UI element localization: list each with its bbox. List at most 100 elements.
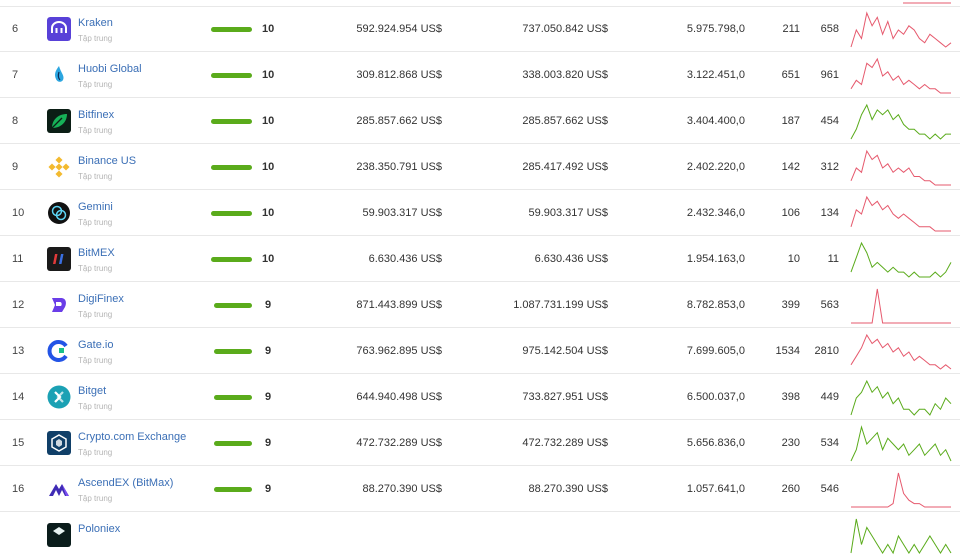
exchange-type-label: Tập trung — [78, 402, 113, 411]
exchange-type-label: Tập trung — [78, 34, 113, 43]
trust-score-bar — [214, 303, 252, 308]
markets-cell: 10 — [787, 253, 800, 265]
exchange-name-link[interactable]: AscendEX (BitMax) — [78, 477, 173, 489]
avg-volume-cell: 975.142.504 US$ — [522, 345, 608, 357]
exchange-type-label: Tập trung — [78, 494, 113, 503]
ascendex-icon[interactable] — [47, 477, 71, 501]
table-row[interactable]: 7 Huobi Global Tập trung 10 309.812.868 US$ 3… — [0, 52, 960, 98]
markets-cell: 398 — [781, 391, 800, 403]
avg-volume-cell: 6.630.436 US$ — [534, 253, 608, 265]
visits-cell: 5.656.836,0 — [686, 437, 745, 449]
visits-cell: 3.404.400,0 — [686, 115, 745, 127]
trust-score: 9 — [265, 299, 272, 311]
bitget-icon[interactable] — [47, 385, 71, 409]
trust-score: 10 — [262, 115, 275, 127]
trust-score-bar — [214, 349, 252, 354]
rank-number: 13 — [12, 345, 25, 357]
volume-cell: 59.903.317 US$ — [362, 207, 442, 219]
price-sparkline — [850, 9, 952, 49]
avg-volume-cell: 88.270.390 US$ — [528, 483, 608, 495]
poloniex-icon[interactable] — [47, 523, 71, 547]
trust-score: 9 — [265, 483, 272, 495]
exchange-name-link[interactable]: Bitfinex — [78, 109, 114, 121]
trust-score: 10 — [262, 69, 275, 81]
exchange-type-label: Tập trung — [78, 218, 113, 227]
gemini-icon[interactable] — [47, 201, 71, 225]
trust-score-bar — [211, 211, 252, 216]
trust-score-bar — [214, 441, 252, 446]
table-row[interactable]: 13 Gate.io Tập trung 9 763.962.895 US$ 975.14… — [0, 328, 960, 374]
volume-cell: 472.732.289 US$ — [356, 437, 442, 449]
table-row[interactable]: 10 Gemini Tập trung 10 59.903.317 US$ 59.903.… — [0, 190, 960, 236]
table-row[interactable]: 16 AscendEX (BitMax) Tập trung 9 88.270.390 … — [0, 466, 960, 512]
bitfinex-leaf-icon[interactable] — [47, 109, 71, 133]
exchange-name-link[interactable]: Gate.io — [78, 339, 113, 351]
coins-cell: 2810 — [814, 345, 839, 357]
huobi-icon[interactable] — [47, 63, 71, 87]
exchange-type-label: Tập trung — [78, 264, 113, 273]
table-row[interactable]: 11 BitMEX Tập trung 10 6.630.436 US$ 6.630.43… — [0, 236, 960, 282]
table-row[interactable]: 12 DigiFinex Tập trung 9 871.443.899 US$ 1.08… — [0, 282, 960, 328]
exchange-name-link[interactable]: Poloniex — [78, 523, 120, 535]
visits-cell: 7.699.605,0 — [686, 345, 745, 357]
avg-volume-cell: 285.417.492 US$ — [522, 161, 608, 173]
coins-cell: 534 — [820, 437, 839, 449]
price-sparkline — [851, 469, 951, 509]
avg-volume-cell: 733.827.951 US$ — [522, 391, 608, 403]
trust-score-bar — [211, 257, 252, 262]
cryptocom-icon[interactable] — [47, 431, 71, 455]
trust-score: 10 — [262, 161, 275, 173]
table-row[interactable]: 15 Crypto.com Exchange Tập trung 9 472.732.2… — [0, 420, 960, 466]
gateio-icon[interactable] — [47, 339, 71, 363]
avg-volume-cell: 737.050.842 US$ — [522, 23, 608, 35]
trust-score-bar — [214, 395, 252, 400]
exchange-type-label: Tập trung — [78, 310, 113, 319]
trust-score: 10 — [262, 23, 275, 35]
volume-cell: 309.812.868 US$ — [356, 69, 442, 81]
exchange-name-link[interactable]: Bitget — [78, 385, 106, 397]
visits-cell: 5.975.798,0 — [686, 23, 745, 35]
coins-cell: 961 — [820, 69, 839, 81]
price-sparkline — [850, 55, 951, 95]
exchange-name-link[interactable]: Kraken — [78, 17, 113, 29]
price-sparkline — [850, 423, 952, 463]
table-row[interactable]: 9 Binance US Tập trung 10 238.350.791 US$ 285… — [0, 144, 960, 190]
price-sparkline — [850, 147, 951, 187]
trust-score: 10 — [262, 253, 275, 265]
trust-score-bar — [211, 27, 252, 32]
trust-score-bar — [211, 165, 252, 170]
visits-cell: 2.432.346,0 — [686, 207, 745, 219]
exchange-type-label: Tập trung — [78, 126, 113, 135]
visits-cell: 6.500.037,0 — [686, 391, 745, 403]
exchange-name-link[interactable]: DigiFinex — [78, 293, 124, 305]
trust-score: 10 — [262, 207, 275, 219]
exchange-name-link[interactable]: Binance US — [78, 155, 136, 167]
exchange-name-link[interactable]: Huobi Global — [78, 63, 142, 75]
price-sparkline — [850, 377, 952, 417]
exchange-type-label: Tập trung — [78, 356, 113, 365]
markets-cell: 230 — [781, 437, 800, 449]
price-sparkline — [850, 515, 952, 555]
binance-icon[interactable] — [47, 155, 71, 179]
coins-cell: 449 — [820, 391, 839, 403]
markets-cell: 399 — [781, 299, 800, 311]
coins-cell: 563 — [820, 299, 839, 311]
table-row[interactable]: 14 Bitget Tập trung 9 644.940.498 US$ 733.827… — [0, 374, 960, 420]
exchange-name-link[interactable]: Gemini — [78, 201, 113, 213]
visits-cell: 3.122.451,0 — [686, 69, 745, 81]
markets-cell: 187 — [781, 115, 800, 127]
table-row[interactable]: 8 Bitfinex Tập trung 10 285.857.662 US$ 285.8… — [0, 98, 960, 144]
markets-cell: 142 — [781, 161, 800, 173]
bitmex-icon[interactable] — [47, 247, 71, 271]
rank-number: 11 — [12, 253, 24, 265]
exchange-name-link[interactable]: BitMEX — [78, 247, 115, 259]
table-row[interactable]: 6 Kraken Tập trung 10 592.924.954 US$ 737.050… — [0, 6, 960, 52]
digifinex-icon[interactable] — [47, 293, 71, 317]
avg-volume-cell: 1.087.731.199 US$ — [513, 299, 608, 311]
table-row[interactable]: Poloniex — [0, 512, 960, 558]
avg-volume-cell: 285.857.662 US$ — [522, 115, 608, 127]
kraken-icon[interactable] — [47, 17, 71, 41]
exchange-name-link[interactable]: Crypto.com Exchange — [78, 431, 186, 443]
coins-cell: 134 — [820, 207, 839, 219]
markets-cell: 1534 — [775, 345, 800, 357]
